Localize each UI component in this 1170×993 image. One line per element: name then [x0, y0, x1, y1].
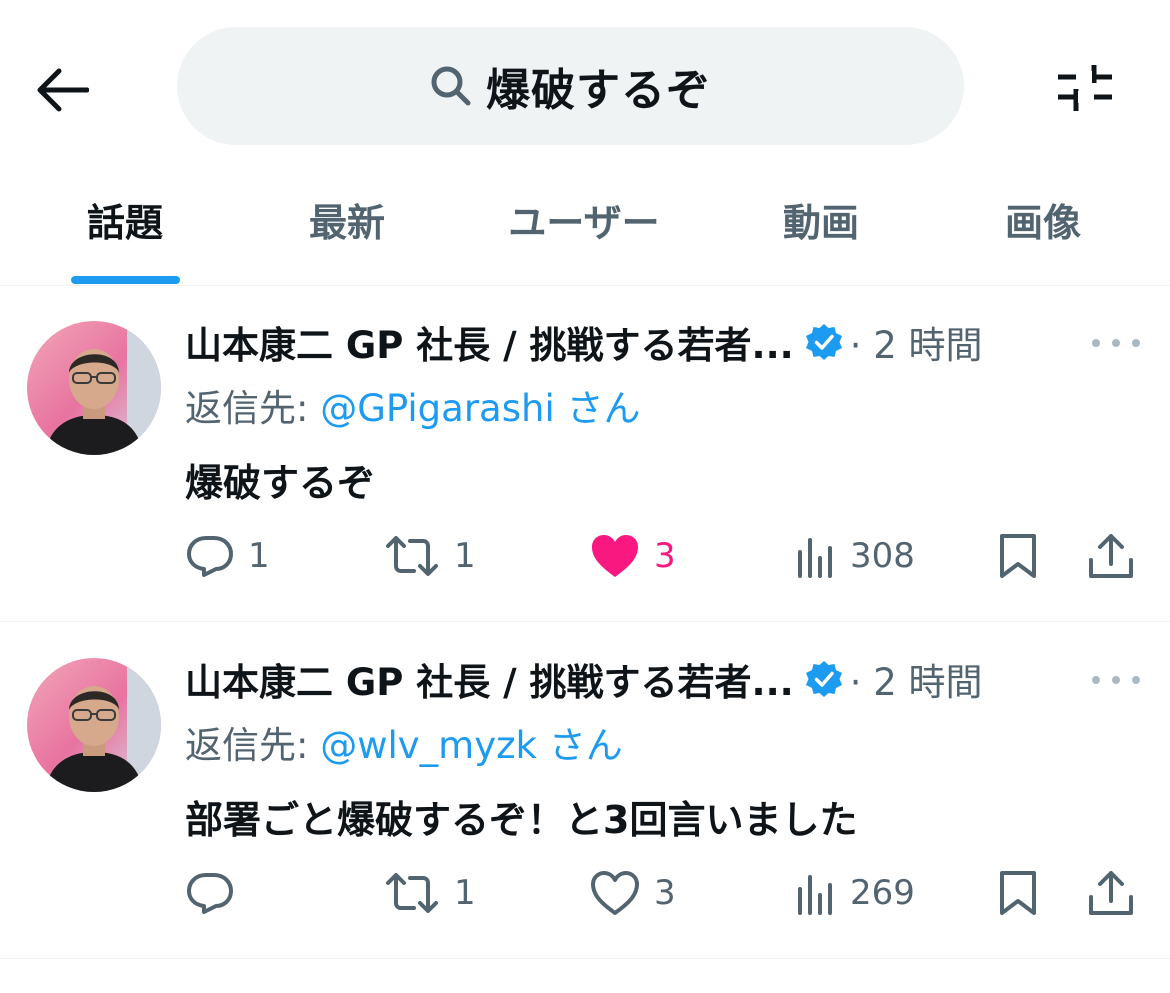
bookmark-button[interactable]: [998, 863, 1038, 923]
tab-label: ユーザー: [508, 201, 660, 245]
tab-label: 最新: [308, 201, 385, 245]
retweet-button[interactable]: 1: [384, 526, 476, 586]
tab-label: 画像: [1004, 201, 1081, 245]
tweet-header: 山本康二 GP 社長 / 挑戦する若者... · 2 時間: [185, 653, 983, 705]
view-count: 308: [850, 536, 915, 576]
view-count: 269: [850, 873, 915, 913]
arrow-left-icon: [37, 68, 89, 112]
views-button[interactable]: 308: [796, 526, 915, 586]
reply-prefix: 返信先:: [185, 724, 321, 767]
retweet-button[interactable]: 1: [384, 863, 476, 923]
tweet[interactable]: 山本康二 GP 社長 / 挑戦する若者... · 2 時間 返信先: @wlv_…: [0, 623, 1170, 959]
bar-chart-icon: [798, 875, 832, 915]
tab-label: 話題: [86, 201, 163, 245]
tweet-text: 爆破するぞ: [185, 461, 376, 505]
bookmark-button[interactable]: [998, 526, 1038, 586]
reply-context: 返信先: @GPigarashi さん: [185, 378, 641, 432]
search-query: 爆破するぞ: [486, 65, 711, 116]
tweet-actions: 1 1 3 308: [0, 526, 1170, 586]
search-header: 爆破するぞ: [0, 0, 1170, 178]
tab-users[interactable]: ユーザー: [484, 178, 684, 286]
display-name[interactable]: 山本康二 GP 社長 / 挑戦する若者...: [185, 652, 794, 706]
search-icon: [431, 66, 471, 106]
reply-icon: [187, 536, 233, 577]
bar-chart-icon: [798, 538, 832, 578]
bookmark-icon: [1000, 534, 1036, 578]
like-count: 3: [654, 536, 676, 576]
share-button[interactable]: [1088, 526, 1134, 586]
heart-icon: [591, 871, 639, 915]
search-input[interactable]: 爆破するぞ: [177, 27, 964, 145]
tweet-text: 部署ごと爆破するぞ！と3回言いました: [185, 798, 858, 842]
share-button[interactable]: [1088, 863, 1134, 923]
retweet-icon: [386, 536, 438, 576]
search-settings-button[interactable]: [1050, 55, 1120, 119]
search-tabs: 話題 最新 ユーザー 動画 画像: [0, 178, 1170, 286]
timestamp[interactable]: · 2 時間: [850, 652, 983, 706]
share-icon: [1089, 871, 1133, 915]
retweet-count: 1: [454, 536, 476, 576]
tab-label: 動画: [782, 201, 859, 245]
reply-context: 返信先: @wlv_myzk さん: [185, 715, 623, 769]
verified-badge-icon: [805, 324, 842, 360]
like-count: 3: [654, 873, 676, 913]
retweet-count: 1: [454, 873, 476, 913]
reply-handle-link[interactable]: @GPigarashi: [320, 387, 555, 430]
avatar[interactable]: [27, 658, 161, 792]
tab-images[interactable]: 画像: [958, 178, 1128, 286]
more-options-icon[interactable]: [1092, 668, 1140, 692]
more-options-icon[interactable]: [1092, 331, 1140, 355]
retweet-icon: [386, 873, 438, 913]
like-button[interactable]: 3: [590, 526, 676, 586]
tab-top[interactable]: 話題: [40, 178, 210, 286]
reply-handle-suffix[interactable]: さん: [555, 387, 641, 430]
verified-badge-icon: [805, 661, 842, 697]
sliders-icon: [1058, 65, 1112, 111]
bookmark-icon: [1000, 871, 1036, 915]
back-button[interactable]: [30, 58, 94, 122]
reply-icon: [187, 873, 233, 914]
tab-latest[interactable]: 最新: [262, 178, 432, 286]
timestamp[interactable]: · 2 時間: [850, 315, 983, 369]
tweet[interactable]: 山本康二 GP 社長 / 挑戦する若者... · 2 時間 返信先: @GPig…: [0, 286, 1170, 622]
heart-filled-icon: [592, 535, 638, 577]
reply-button[interactable]: 1: [186, 526, 270, 586]
display-name[interactable]: 山本康二 GP 社長 / 挑戦する若者...: [185, 315, 794, 369]
share-icon: [1089, 534, 1133, 578]
reply-prefix: 返信先:: [185, 387, 321, 430]
like-button[interactable]: 3: [590, 863, 676, 923]
active-tab-indicator: [71, 276, 180, 284]
tweet-header: 山本康二 GP 社長 / 挑戦する若者... · 2 時間: [185, 316, 983, 368]
reply-count: 1: [248, 536, 270, 576]
tab-videos[interactable]: 動画: [736, 178, 906, 286]
reply-handle-suffix[interactable]: さん: [537, 724, 623, 767]
tweet-actions: 1 3 269: [0, 863, 1170, 923]
avatar[interactable]: [27, 321, 161, 455]
reply-button[interactable]: [186, 863, 248, 923]
views-button[interactable]: 269: [796, 863, 915, 923]
reply-handle-link[interactable]: @wlv_myzk: [320, 724, 537, 767]
